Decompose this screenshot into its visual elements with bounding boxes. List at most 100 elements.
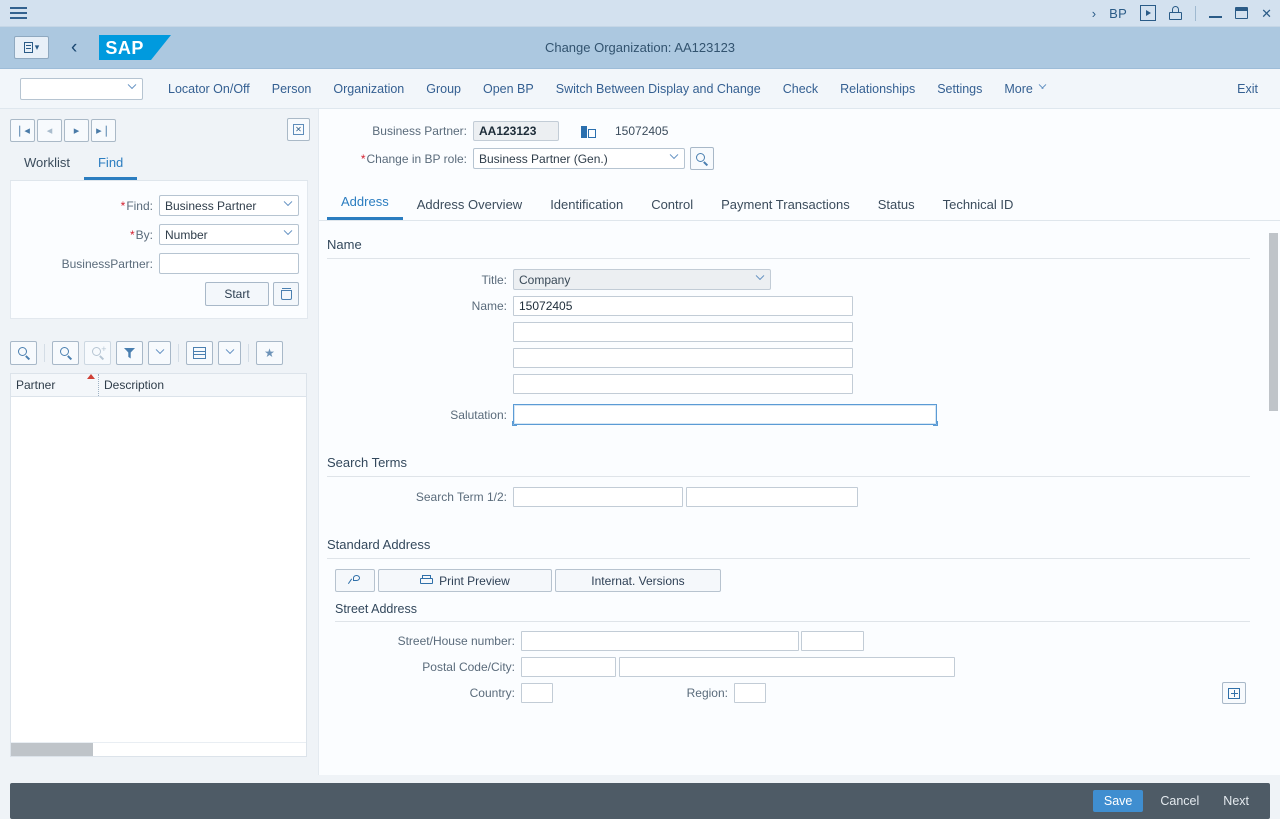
- next-button[interactable]: Next: [1216, 790, 1256, 812]
- settings-dropdown-button[interactable]: [218, 341, 241, 365]
- exit-button[interactable]: Exit: [1237, 82, 1258, 96]
- locator-tab-find[interactable]: Find: [84, 151, 137, 180]
- filter-icon: [124, 348, 136, 359]
- minimize-button[interactable]: [1209, 7, 1222, 20]
- menu-item-relationships[interactable]: Relationships: [829, 82, 926, 96]
- search-term-2-input[interactable]: [686, 487, 858, 507]
- menu-item-settings[interactable]: Settings: [926, 82, 993, 96]
- favorite-add-button[interactable]: ★: [256, 341, 283, 365]
- shell-menu-button[interactable]: ▾: [14, 36, 49, 59]
- filter-dropdown-button[interactable]: [148, 341, 171, 365]
- save-button[interactable]: Save: [1093, 790, 1144, 812]
- title-value: Company: [519, 273, 570, 287]
- search-term-1-input[interactable]: [513, 487, 683, 507]
- scrollbar-thumb[interactable]: [11, 743, 93, 756]
- search-check-icon: [18, 347, 30, 359]
- scrollbar-thumb[interactable]: [1269, 233, 1278, 411]
- name-line4-input[interactable]: [513, 374, 853, 394]
- name-input[interactable]: 15072405: [513, 296, 853, 316]
- tab-address-overview[interactable]: Address Overview: [403, 191, 536, 220]
- find-buttons: Start: [19, 282, 299, 306]
- window-controls: › BP ✕: [1092, 5, 1272, 21]
- menu-item-check[interactable]: Check: [772, 82, 829, 96]
- search-terms-row: Search Term 1/2:: [327, 487, 1250, 507]
- shell-header: ▾ ‹ SAP Change Organization: AA123123: [0, 27, 1280, 69]
- find-select-value: Business Partner: [165, 199, 256, 213]
- divider: [335, 621, 1250, 622]
- nav-last-button[interactable]: ▸❘: [91, 119, 116, 142]
- bp-role-search-button[interactable]: [690, 147, 714, 170]
- back-button[interactable]: ‹: [71, 38, 77, 57]
- cancel-button[interactable]: Cancel: [1153, 790, 1206, 812]
- search-icon-button[interactable]: [52, 341, 79, 365]
- os-title-bar: › BP ✕: [0, 0, 1280, 27]
- sap-logo: SAP: [99, 35, 171, 60]
- search-check-icon-button[interactable]: [10, 341, 37, 365]
- search-help-icon: [696, 153, 708, 165]
- city-input[interactable]: [619, 657, 955, 677]
- menu-item-open-bp[interactable]: Open BP: [472, 82, 545, 96]
- menu-item-group[interactable]: Group: [415, 82, 472, 96]
- business-partner-field-row: Business Partner: AA123123 15072405: [319, 121, 1280, 141]
- add-address-button[interactable]: [1222, 682, 1246, 704]
- bp-role-select[interactable]: Business Partner (Gen.): [473, 148, 685, 169]
- clear-button[interactable]: [273, 282, 299, 306]
- menu-item-locator-on-off[interactable]: Locator On/Off: [157, 82, 261, 96]
- country-input[interactable]: [521, 683, 553, 703]
- postal-code-input[interactable]: [521, 657, 616, 677]
- menu-bar: Locator On/Off Person Organization Group…: [0, 69, 1280, 109]
- tab-payment-transactions[interactable]: Payment Transactions: [707, 191, 864, 220]
- settings-grid-button[interactable]: [186, 341, 213, 365]
- business-partner-input[interactable]: [159, 253, 299, 274]
- header-fields: Business Partner: AA123123 15072405 *Cha…: [319, 109, 1280, 184]
- house-number-input[interactable]: [801, 631, 864, 651]
- salutation-input[interactable]: [513, 404, 937, 425]
- content-vertical-scrollbar[interactable]: [1269, 233, 1278, 713]
- by-select[interactable]: Number: [159, 224, 299, 245]
- name-line2-input[interactable]: [513, 322, 853, 342]
- name-line3-input[interactable]: [513, 348, 853, 368]
- column-header-partner[interactable]: Partner: [11, 374, 99, 396]
- internat-versions-button[interactable]: Internat. Versions: [555, 569, 721, 592]
- bp-indicator[interactable]: BP: [1109, 7, 1127, 20]
- nav-first-button[interactable]: ❘◂: [10, 119, 35, 142]
- tab-control[interactable]: Control: [637, 191, 707, 220]
- menu-item-more[interactable]: More: [993, 82, 1057, 96]
- nav-previous-button[interactable]: ◂: [37, 119, 62, 142]
- locator-tab-worklist[interactable]: Worklist: [10, 151, 84, 180]
- maximize-button[interactable]: [1235, 7, 1248, 19]
- name-line3-row: [327, 348, 1250, 368]
- hamburger-icon[interactable]: [10, 7, 27, 20]
- expand-chevron-icon[interactable]: ›: [1092, 7, 1096, 20]
- menu-dropdown[interactable]: [20, 78, 143, 100]
- bp-label: Business Partner:: [319, 124, 467, 138]
- title-select[interactable]: Company: [513, 269, 771, 290]
- start-button[interactable]: Start: [205, 282, 269, 306]
- locator-result-list[interactable]: Partner Description: [10, 373, 307, 757]
- nav-next-button[interactable]: ▸: [64, 119, 89, 142]
- tab-technical-id[interactable]: Technical ID: [929, 191, 1028, 220]
- name-line2-row: [327, 322, 1250, 342]
- address-pin-button[interactable]: [335, 569, 375, 592]
- menu-item-organization[interactable]: Organization: [322, 82, 415, 96]
- menu-item-person[interactable]: Person: [261, 82, 323, 96]
- divider: [1195, 6, 1196, 21]
- menu-item-switch-display-change[interactable]: Switch Between Display and Change: [545, 82, 772, 96]
- filter-button[interactable]: [116, 341, 143, 365]
- action-footer: Save Cancel Next: [10, 783, 1270, 819]
- bp-value-input[interactable]: AA123123: [473, 121, 559, 141]
- tab-identification[interactable]: Identification: [536, 191, 637, 220]
- column-header-description[interactable]: Description: [99, 374, 306, 396]
- find-select[interactable]: Business Partner: [159, 195, 299, 216]
- list-horizontal-scrollbar[interactable]: [11, 742, 306, 756]
- print-preview-button[interactable]: Print Preview: [378, 569, 552, 592]
- lock-icon[interactable]: [1169, 6, 1182, 20]
- by-select-value: Number: [165, 228, 208, 242]
- play-box-icon[interactable]: [1140, 5, 1156, 21]
- region-input[interactable]: [734, 683, 766, 703]
- close-locator-button[interactable]: ✕: [287, 118, 310, 141]
- close-button[interactable]: ✕: [1261, 7, 1272, 20]
- street-input[interactable]: [521, 631, 799, 651]
- tab-status[interactable]: Status: [864, 191, 929, 220]
- tab-address[interactable]: Address: [327, 188, 403, 220]
